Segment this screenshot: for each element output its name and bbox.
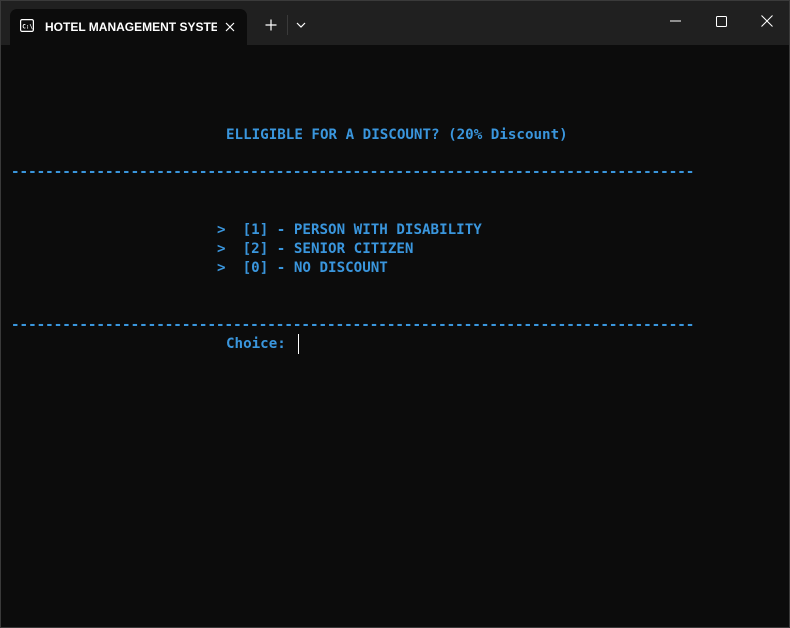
maximize-icon bbox=[715, 15, 727, 27]
option-senior-citizen: > [2] - SENIOR CITIZEN bbox=[217, 241, 414, 257]
divider-line: ----------------------------------------… bbox=[11, 164, 695, 180]
svg-text:C:\: C:\ bbox=[22, 24, 33, 31]
terminal-output[interactable]: ELLIGIBLE FOR A DISCOUNT? (20% Discount)… bbox=[1, 45, 789, 627]
divider-line: ----------------------------------------… bbox=[11, 317, 695, 333]
plus-icon bbox=[265, 19, 277, 31]
close-icon bbox=[225, 22, 235, 32]
chevron-down-icon bbox=[296, 22, 306, 28]
new-tab-button[interactable] bbox=[259, 13, 283, 37]
option-person-with-disability: > [1] - PERSON WITH DISABILITY bbox=[217, 222, 482, 238]
terminal-icon: C:\ bbox=[20, 19, 34, 32]
minimize-button[interactable] bbox=[652, 1, 698, 41]
tab-separator bbox=[287, 15, 288, 35]
tab-close-button[interactable] bbox=[220, 17, 240, 37]
maximize-button[interactable] bbox=[698, 1, 744, 41]
title-bar[interactable]: C:\ HOTEL MANAGEMENT SYSTEI bbox=[1, 1, 789, 45]
tab-hotel-management[interactable]: C:\ HOTEL MANAGEMENT SYSTEI bbox=[10, 9, 247, 45]
option-no-discount: > [0] - NO DISCOUNT bbox=[217, 260, 388, 276]
profile-dropdown-button[interactable] bbox=[291, 13, 311, 37]
close-window-button[interactable] bbox=[744, 1, 789, 41]
choice-prompt: Choice: bbox=[226, 336, 286, 352]
discount-heading: ELLIGIBLE FOR A DISCOUNT? (20% Discount) bbox=[226, 127, 568, 143]
close-icon bbox=[761, 15, 773, 27]
text-cursor[interactable] bbox=[298, 334, 299, 354]
tab-title: HOTEL MANAGEMENT SYSTEI bbox=[45, 20, 217, 34]
terminal-window: C:\ HOTEL MANAGEMENT SYSTEI ELLIGIBLE FO… bbox=[0, 0, 790, 628]
minimize-icon bbox=[669, 20, 681, 22]
